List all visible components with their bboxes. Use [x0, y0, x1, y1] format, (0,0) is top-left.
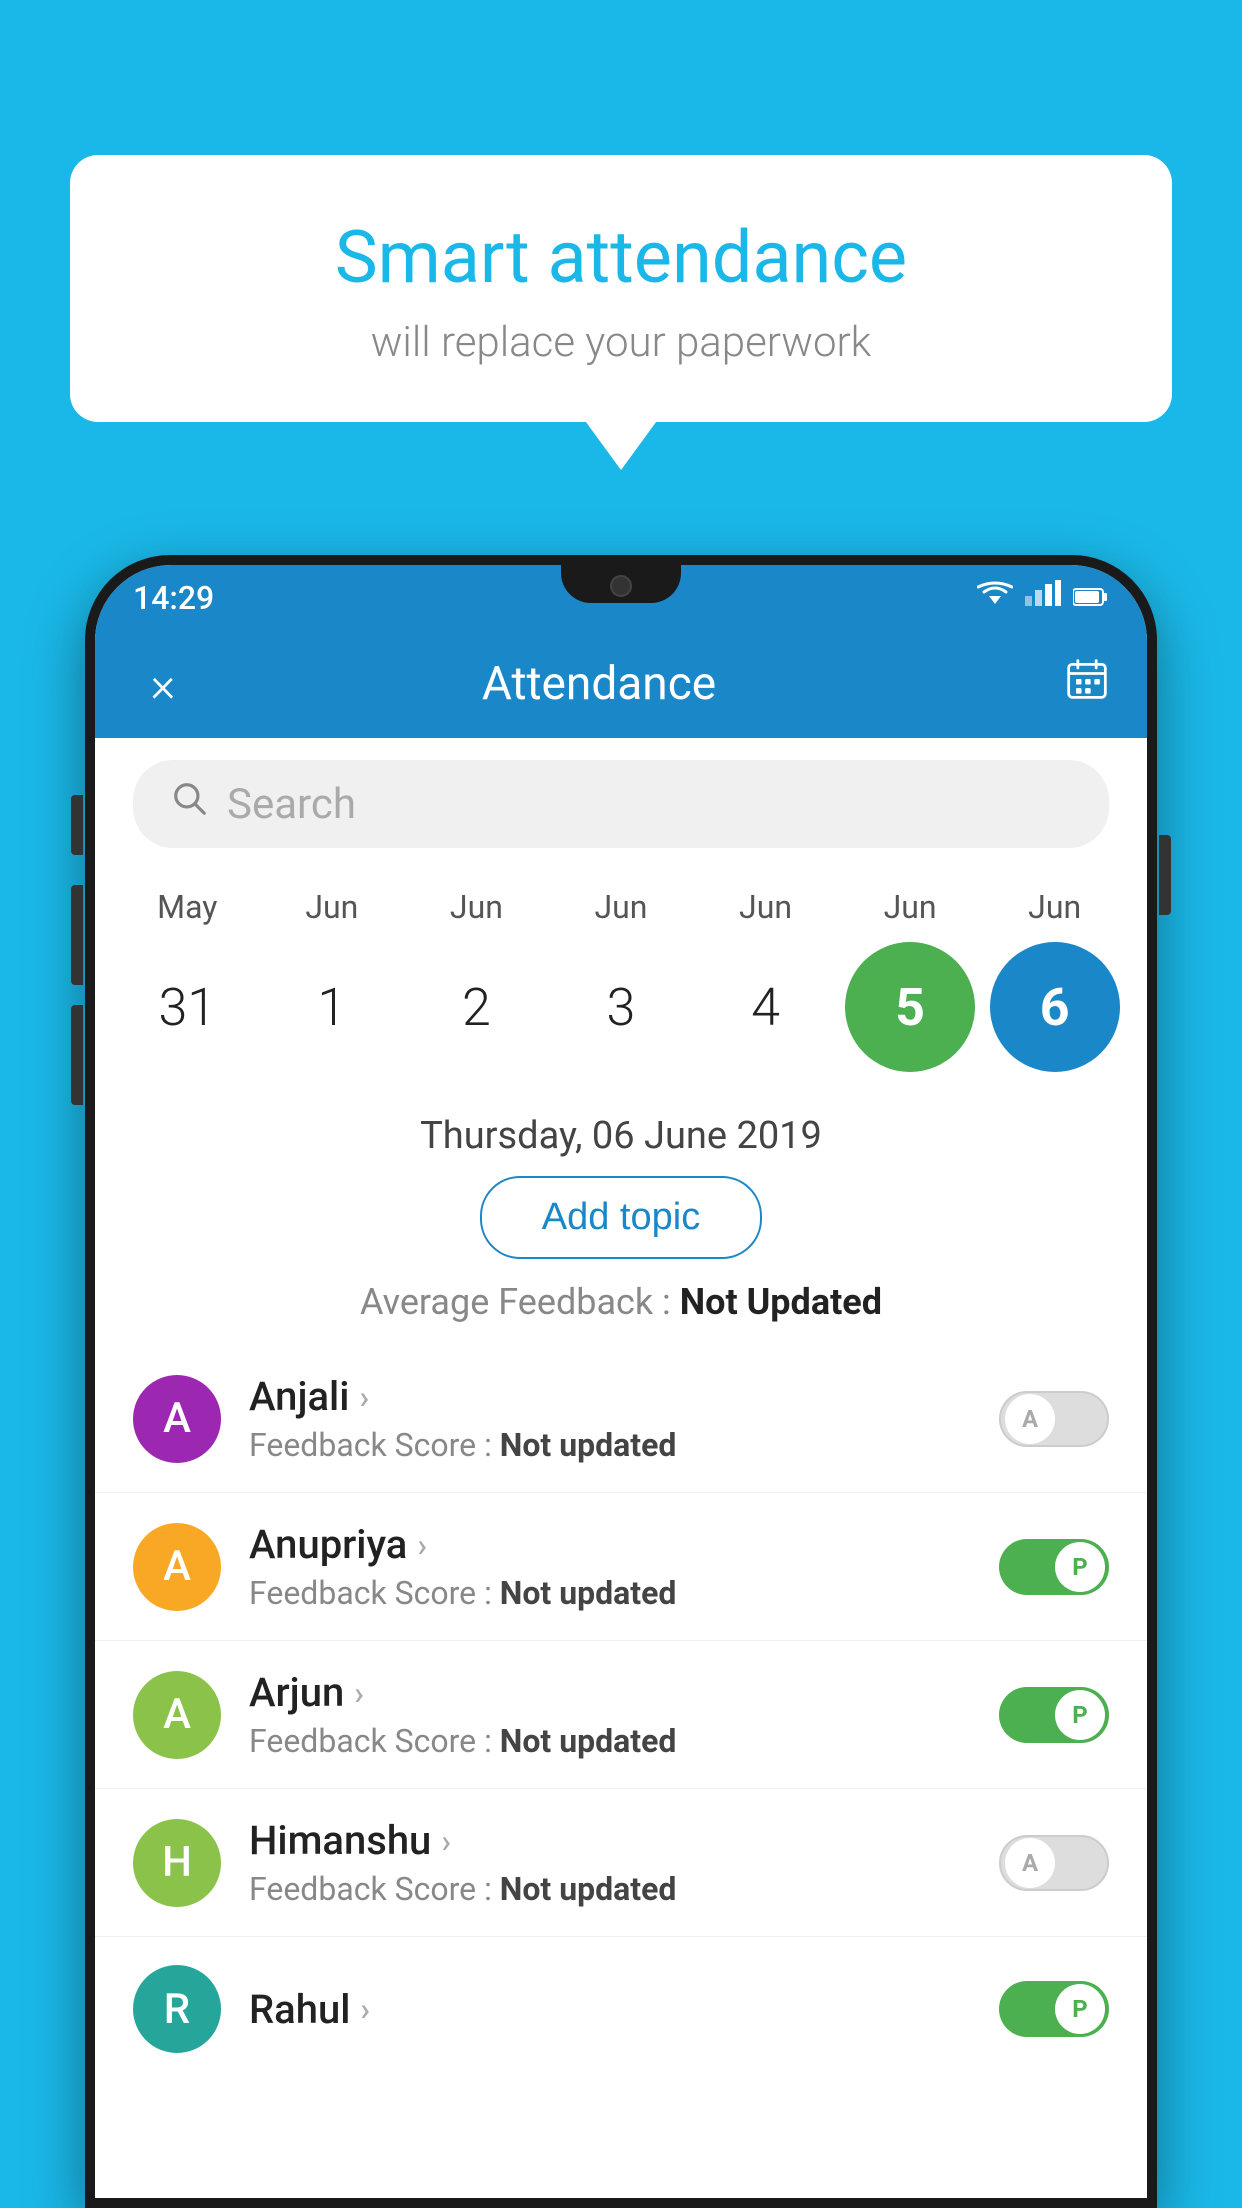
calendar-months-row: May Jun Jun Jun Jun Jun Jun [115, 888, 1127, 926]
battery-icon [1073, 581, 1109, 614]
student-item-rahul[interactable]: R Rahul › P [95, 1937, 1147, 2081]
front-camera [610, 575, 632, 597]
student-avatar-himanshu: H [133, 1819, 221, 1907]
search-icon [171, 780, 209, 828]
student-feedback-arjun: Feedback Score : Not updated [249, 1722, 999, 1760]
calendar-date-0[interactable]: 31 [122, 942, 252, 1072]
student-item-anupriya[interactable]: A Anupriya › Feedback Score : Not update… [95, 1493, 1147, 1641]
mute-button[interactable] [71, 795, 83, 855]
feedback-summary-label: Average Feedback : [360, 1281, 680, 1323]
chevron-right-icon: › [417, 1526, 427, 1564]
student-name-arjun: Arjun › [249, 1669, 999, 1716]
calendar-button[interactable] [1065, 657, 1109, 711]
calendar-month-2: Jun [411, 888, 541, 926]
status-time: 14:29 [133, 579, 214, 617]
content-area: Thursday, 06 June 2019 Add topic Average… [95, 1090, 1147, 2101]
attendance-toggle-anjali[interactable]: A [999, 1391, 1109, 1447]
toggle-thumb-himanshu: A [1005, 1838, 1055, 1888]
toggle-thumb-anupriya: P [1055, 1542, 1105, 1592]
calendar-month-6: Jun [990, 888, 1120, 926]
feedback-summary: Average Feedback : Not Updated [95, 1281, 1147, 1345]
toggle-thumb-anjali: A [1005, 1394, 1055, 1444]
phone-frame: 14:29 [85, 555, 1157, 2208]
selected-date-label: Thursday, 06 June 2019 [95, 1090, 1147, 1176]
feedback-summary-value: Not Updated [680, 1281, 882, 1323]
calendar-month-3: Jun [556, 888, 686, 926]
close-button[interactable]: × [133, 656, 193, 713]
student-item-himanshu[interactable]: H Himanshu › Feedback Score : Not update… [95, 1789, 1147, 1937]
search-bar[interactable]: Search [133, 760, 1109, 848]
chevron-right-icon: › [441, 1822, 451, 1860]
student-name-himanshu: Himanshu › [249, 1817, 999, 1864]
add-topic-button[interactable]: Add topic [480, 1176, 762, 1259]
speech-bubble-subtitle: will replace your paperwork [140, 318, 1102, 367]
calendar-month-4: Jun [701, 888, 831, 926]
volume-up-button[interactable] [71, 885, 83, 985]
chevron-right-icon: › [360, 1990, 370, 2028]
attendance-toggle-rahul[interactable]: P [999, 1981, 1109, 2037]
attendance-toggle-himanshu[interactable]: A [999, 1835, 1109, 1891]
student-list: A Anjali › Feedback Score : Not updated … [95, 1345, 1147, 2081]
calendar-date-selected[interactable]: 6 [990, 942, 1120, 1072]
speech-bubble: Smart attendance will replace your paper… [70, 155, 1172, 422]
student-info-anjali: Anjali › Feedback Score : Not updated [249, 1373, 999, 1464]
student-avatar-anjali: A [133, 1375, 221, 1463]
calendar-date-3[interactable]: 3 [556, 942, 686, 1072]
student-avatar-arjun: A [133, 1671, 221, 1759]
search-container: Search [95, 738, 1147, 870]
attendance-toggle-anupriya[interactable]: P [999, 1539, 1109, 1595]
calendar-month-1: Jun [267, 888, 397, 926]
calendar-dates-row: 31 1 2 3 4 5 6 [115, 934, 1127, 1090]
calendar-month-0: May [122, 888, 252, 926]
calendar-strip: May Jun Jun Jun Jun Jun Jun 31 1 2 3 4 5… [95, 870, 1147, 1090]
student-item-arjun[interactable]: A Arjun › Feedback Score : Not updated P [95, 1641, 1147, 1789]
toggle-thumb-arjun: P [1055, 1690, 1105, 1740]
student-name-anupriya: Anupriya › [249, 1521, 999, 1568]
student-avatar-rahul: R [133, 1965, 221, 2053]
wifi-icon [977, 580, 1013, 615]
calendar-month-5: Jun [845, 888, 975, 926]
student-info-rahul: Rahul › [249, 1986, 999, 2033]
chevron-right-icon: › [354, 1674, 364, 1712]
student-name-rahul: Rahul › [249, 1986, 999, 2033]
calendar-date-1[interactable]: 1 [267, 942, 397, 1072]
student-info-anupriya: Anupriya › Feedback Score : Not updated [249, 1521, 999, 1612]
toggle-thumb-rahul: P [1055, 1984, 1105, 2034]
power-button[interactable] [1159, 835, 1171, 915]
calendar-date-2[interactable]: 2 [411, 942, 541, 1072]
chevron-right-icon: › [359, 1378, 369, 1416]
calendar-date-today[interactable]: 5 [845, 942, 975, 1072]
attendance-toggle-arjun[interactable]: P [999, 1687, 1109, 1743]
student-info-arjun: Arjun › Feedback Score : Not updated [249, 1669, 999, 1760]
student-item-anjali[interactable]: A Anjali › Feedback Score : Not updated … [95, 1345, 1147, 1493]
app-bar-title: Attendance [193, 657, 1005, 711]
volume-down-button[interactable] [71, 1005, 83, 1105]
speech-bubble-container: Smart attendance will replace your paper… [70, 155, 1172, 422]
speech-bubble-title: Smart attendance [140, 215, 1102, 300]
student-feedback-himanshu: Feedback Score : Not updated [249, 1870, 999, 1908]
calendar-date-4[interactable]: 4 [701, 942, 831, 1072]
student-name-anjali: Anjali › [249, 1373, 999, 1420]
student-info-himanshu: Himanshu › Feedback Score : Not updated [249, 1817, 999, 1908]
notch [561, 565, 681, 603]
signal-icon [1025, 580, 1061, 615]
search-placeholder: Search [227, 780, 356, 829]
student-feedback-anupriya: Feedback Score : Not updated [249, 1574, 999, 1612]
student-avatar-anupriya: A [133, 1523, 221, 1611]
phone-screen: 14:29 [95, 565, 1147, 2198]
student-feedback-anjali: Feedback Score : Not updated [249, 1426, 999, 1464]
app-bar: × Attendance [95, 630, 1147, 738]
status-icons [977, 580, 1109, 615]
